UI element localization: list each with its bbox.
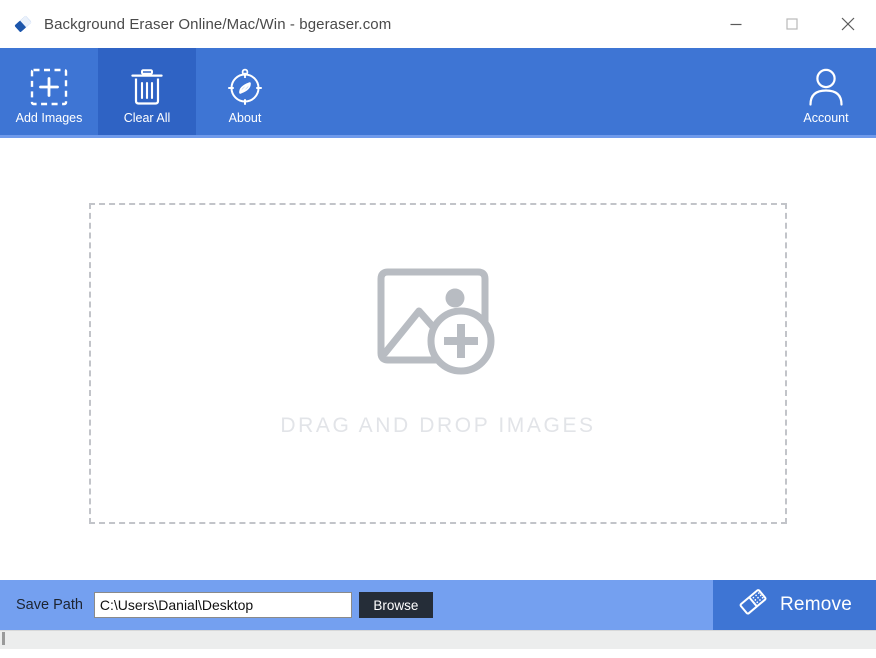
toolbar-item-add-images[interactable]: Add Images (0, 48, 98, 138)
compass-icon (223, 66, 267, 108)
remove-button[interactable]: Remove (713, 580, 876, 630)
user-icon (804, 66, 848, 108)
save-path-input[interactable] (93, 592, 352, 618)
minimize-button[interactable] (708, 0, 764, 48)
account-button[interactable]: Account (776, 48, 876, 138)
bottom-action-bar: Save Path Browse Remov (0, 580, 876, 630)
footer-area (0, 649, 876, 658)
status-caret (2, 632, 5, 645)
maximize-icon (786, 18, 798, 30)
save-path-label: Save Path (16, 597, 83, 613)
status-bar (0, 630, 876, 649)
account-label: Account (803, 110, 849, 125)
title-bar: Background Eraser Online/Mac/Win - bgera… (0, 0, 876, 48)
toolbar-item-label: Add Images (15, 110, 83, 125)
image-add-icon (373, 265, 503, 388)
window-controls (708, 0, 876, 48)
app-window: Background Eraser Online/Mac/Win - bgera… (0, 0, 876, 658)
eraser-logo-icon (12, 13, 34, 35)
dropzone[interactable]: DRAG AND DROP IMAGES (89, 203, 787, 524)
add-images-icon (27, 66, 71, 108)
maximize-button[interactable] (764, 0, 820, 48)
toolbar-item-about[interactable]: About (196, 48, 294, 138)
toolbar-item-clear-all[interactable]: Clear All (98, 48, 196, 138)
toolbar-item-label: About (228, 110, 262, 125)
toolbar-item-label: Clear All (123, 110, 171, 125)
toolbar: Add Images Clear All About Account (0, 48, 876, 138)
close-icon (841, 17, 855, 31)
window-title: Background Eraser Online/Mac/Win - bgera… (44, 15, 392, 33)
eraser-icon (737, 587, 771, 624)
dropzone-text: DRAG AND DROP IMAGES (280, 414, 596, 437)
main-content: DRAG AND DROP IMAGES (0, 138, 876, 580)
trash-icon (125, 66, 169, 108)
browse-button[interactable]: Browse (358, 592, 433, 618)
minimize-icon (730, 23, 742, 26)
remove-label: Remove (780, 594, 852, 615)
close-button[interactable] (820, 0, 876, 48)
